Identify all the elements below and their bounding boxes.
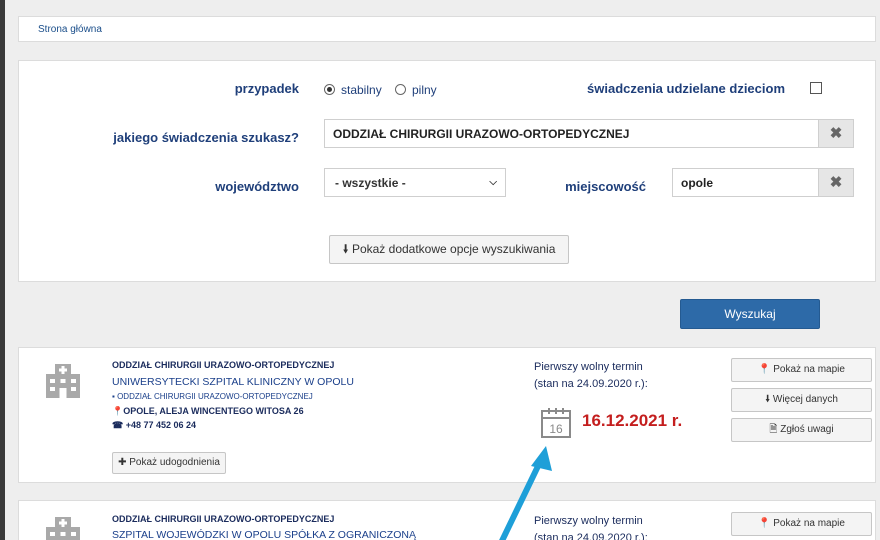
annotation-arrow	[499, 446, 552, 540]
